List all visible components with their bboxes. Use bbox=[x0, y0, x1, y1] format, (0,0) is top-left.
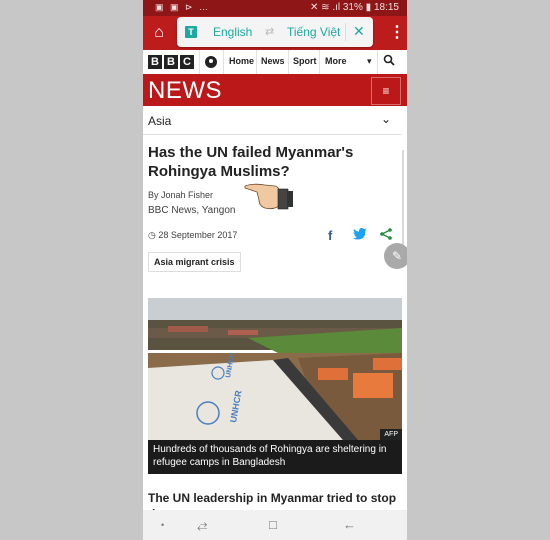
bbc-logo-letter: C bbox=[180, 55, 194, 69]
status-bar: ▣ ▣ ⊳ … ✕ ≋ .ıl 31% ▮ 18:15 bbox=[143, 0, 407, 16]
bbc-nav-bar: B B C Home News Sport More ▾ bbox=[143, 50, 407, 75]
divider bbox=[256, 50, 257, 74]
nav-link-news[interactable]: News bbox=[261, 56, 285, 66]
bbc-logo-letter: B bbox=[164, 55, 178, 69]
home-nav-icon[interactable]: □ bbox=[269, 517, 277, 532]
share-icon[interactable] bbox=[380, 228, 392, 243]
pointing-hand-icon bbox=[244, 183, 293, 210]
home-icon[interactable]: ⌂ bbox=[149, 23, 169, 43]
recent-apps-icon[interactable]: ⥄ bbox=[197, 517, 207, 533]
browser-toolbar: ⌂ T English ⇄ Tiếng Việt ✕ ⋮ bbox=[143, 16, 407, 50]
divider bbox=[223, 50, 224, 74]
article-headline: Has the UN failed Myanmar's Rohingya Mus… bbox=[148, 144, 354, 180]
twitter-share-icon[interactable] bbox=[353, 228, 367, 243]
overflow-menu-icon[interactable]: ⋮ bbox=[389, 23, 405, 43]
nav-link-more[interactable]: More bbox=[325, 56, 347, 66]
date-text: 28 September 2017 bbox=[158, 230, 238, 240]
topic-tag[interactable]: Asia migrant crisis bbox=[148, 252, 241, 272]
nav-dot-icon: • bbox=[161, 520, 165, 530]
chevron-down-icon[interactable]: ▾ bbox=[367, 56, 372, 67]
section-label: Asia bbox=[148, 114, 172, 128]
chevron-down-icon: ⌄ bbox=[380, 112, 391, 126]
facebook-share-icon[interactable]: f bbox=[328, 228, 332, 243]
image-credit: AFP bbox=[380, 429, 402, 440]
bbc-logo[interactable]: B B C bbox=[148, 55, 194, 69]
status-indicators: ✕ ≋ .ıl 31% ▮ 18:15 bbox=[310, 2, 399, 13]
article-location: BBC News, Yangon bbox=[148, 205, 236, 216]
article-date: ◷ 28 September 2017 bbox=[148, 230, 237, 241]
clock-icon: ◷ bbox=[148, 230, 156, 240]
close-icon[interactable]: ✕ bbox=[353, 23, 365, 40]
divider bbox=[377, 50, 378, 74]
target-language-tab[interactable]: Tiếng Việt bbox=[287, 25, 340, 39]
nav-link-sport[interactable]: Sport bbox=[293, 56, 317, 66]
news-title[interactable]: NEWS bbox=[148, 77, 222, 105]
divider bbox=[319, 50, 320, 74]
section-dropdown[interactable]: Asia ⌄ bbox=[143, 108, 401, 135]
translate-icon: T bbox=[185, 26, 197, 38]
news-header: NEWS ≡ bbox=[143, 74, 407, 106]
divider bbox=[199, 50, 200, 74]
article-photo: UNHCR UNHCR AFP bbox=[148, 298, 402, 440]
translate-bar: T English ⇄ Tiếng Việt ✕ bbox=[177, 17, 373, 47]
hamburger-menu-button[interactable]: ≡ bbox=[371, 77, 401, 105]
bbc-logo-letter: B bbox=[148, 55, 162, 69]
android-nav-bar: • ⥄ □ ← bbox=[143, 510, 407, 540]
source-language-tab[interactable]: English bbox=[213, 25, 252, 39]
edit-pencil-button[interactable]: ✎ bbox=[384, 243, 407, 269]
notification-icons: ▣ ▣ ⊳ … bbox=[155, 2, 211, 12]
image-caption: Hundreds of thousands of Rohingya are sh… bbox=[148, 440, 402, 474]
account-icon[interactable] bbox=[205, 56, 217, 68]
search-icon[interactable] bbox=[383, 54, 395, 69]
back-icon[interactable]: ← bbox=[343, 517, 356, 532]
article-byline: By Jonah Fisher bbox=[148, 190, 214, 200]
divider bbox=[288, 50, 289, 74]
phone-screen: ▣ ▣ ⊳ … ✕ ≋ .ıl 31% ▮ 18:15 ⌂ T English … bbox=[143, 0, 407, 540]
refugee-camp-image: UNHCR UNHCR bbox=[148, 298, 402, 440]
swap-icon: ⇄ bbox=[265, 26, 275, 38]
nav-link-home[interactable]: Home bbox=[229, 56, 254, 66]
divider bbox=[345, 23, 346, 41]
